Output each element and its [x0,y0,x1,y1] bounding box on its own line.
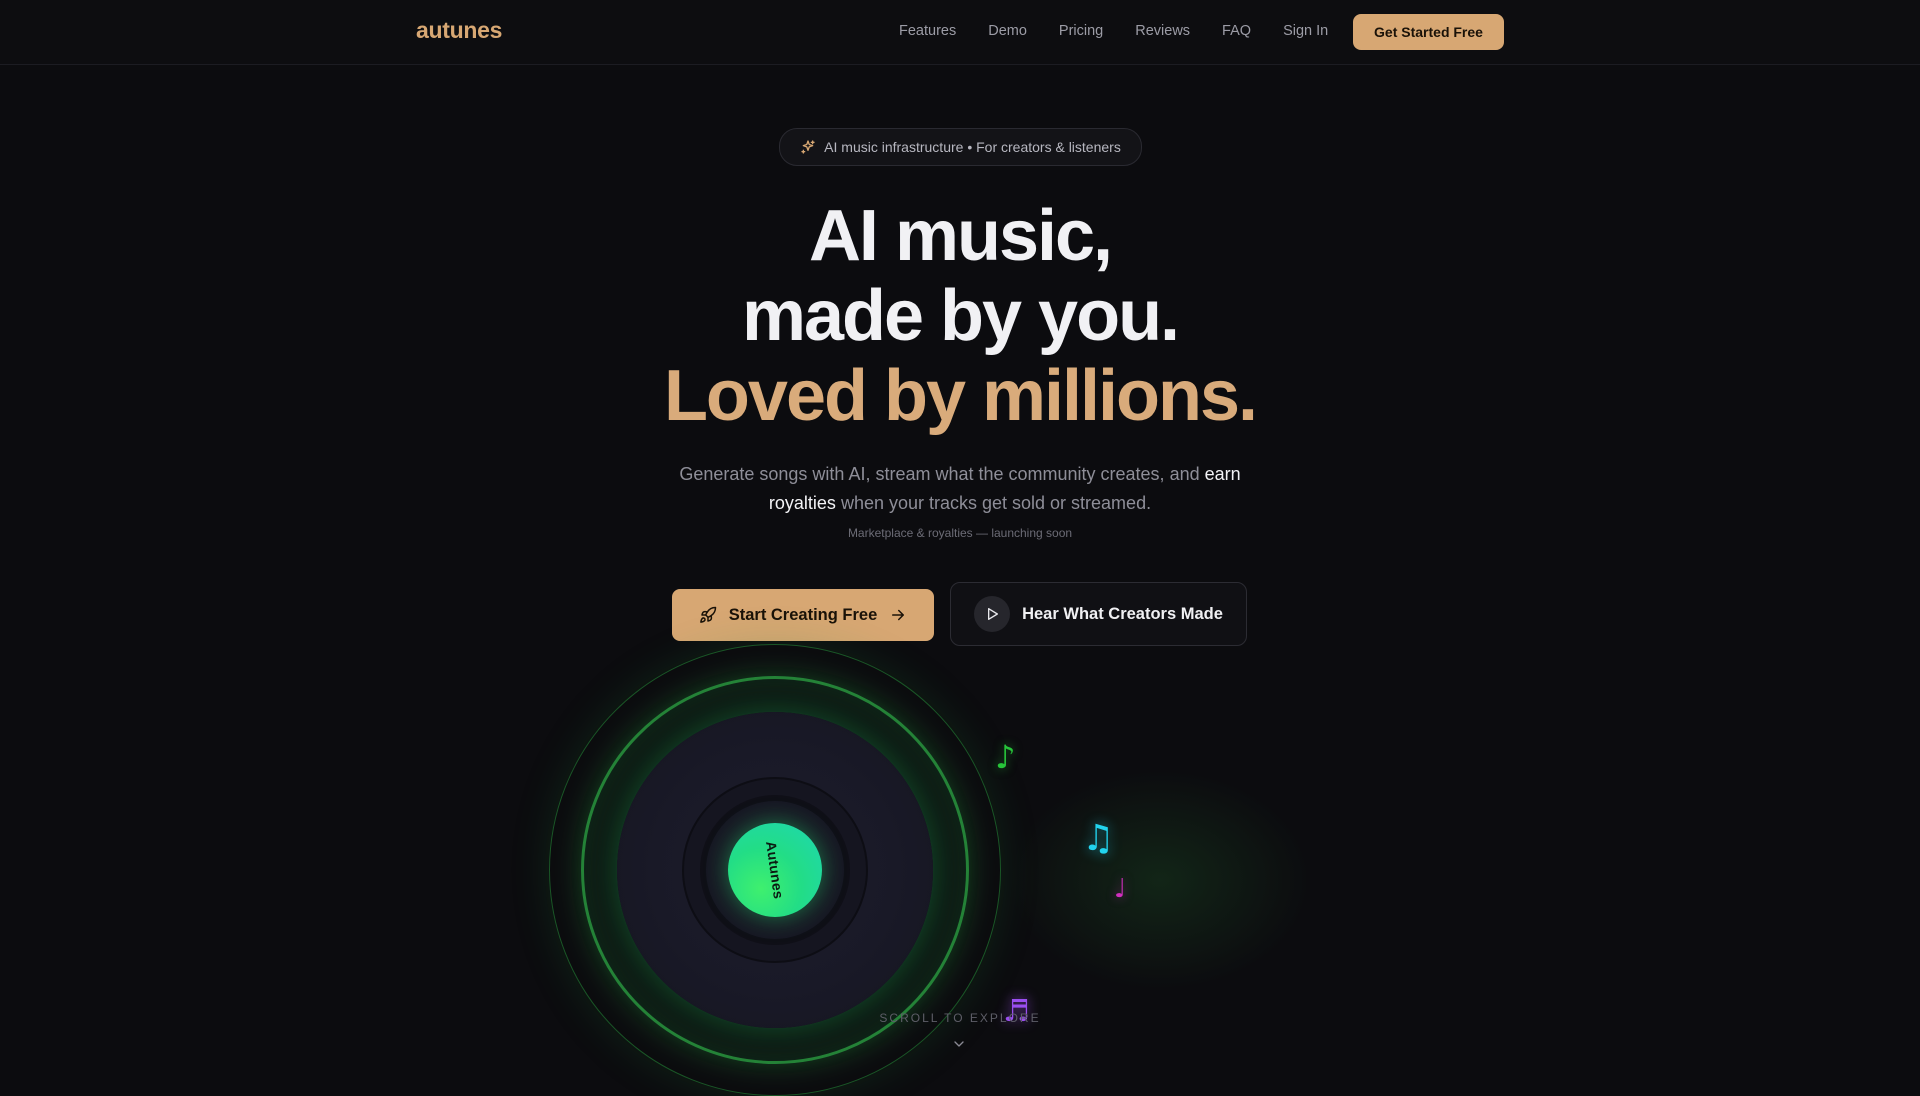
arrow-right-icon [892,609,905,621]
record-label: Autunes [728,823,822,917]
nav-link-faq[interactable]: FAQ [1222,23,1251,39]
subtitle-part-1: Generate songs with AI, stream what the … [679,464,1205,484]
headline-line-2: made by you. [741,276,1180,356]
green-glow [1010,770,1310,990]
nav-link-features[interactable]: Features [899,23,956,39]
hero-badge: AI music infrastructure • For creators &… [779,128,1142,166]
start-creating-button[interactable]: Start Creating Free [672,589,934,641]
nav-link-reviews[interactable]: Reviews [1135,23,1190,39]
quarter-note-icon: ♩ [1114,874,1127,904]
rocket-icon [699,606,716,623]
get-started-button[interactable]: Get Started Free [1353,14,1504,50]
nav-links: Features Demo Pricing Reviews FAQ Sign I… [899,23,1328,39]
music-note-icon: ♪ [995,738,1016,776]
vinyl-inner-groove [700,795,850,945]
nav-link-pricing[interactable]: Pricing [1059,23,1103,39]
record-label-text: Autunes [763,840,787,900]
launch-note: Marketplace & royalties — launching soon [847,526,1073,540]
vinyl-groove [682,777,868,963]
headline-line-1: AI music, [808,196,1113,276]
top-nav: autunes Features Demo Pricing Reviews FA… [0,0,1920,65]
play-button-circle [974,596,1011,632]
sign-in-link[interactable]: Sign In [1283,23,1328,39]
scroll-hint: SCROLL TO EXPLORE [879,1011,1041,1025]
play-icon [988,608,999,620]
hear-creators-button[interactable]: Hear What Creators Made [950,582,1247,646]
outer-ring [549,644,1001,1096]
subtitle-part-2: when your tracks get sold or streamed. [835,493,1152,513]
badge-text: AI music infrastructure • For creators &… [824,139,1121,155]
chevron-down-icon[interactable] [951,1036,967,1052]
glow-ring [581,676,969,1064]
logo[interactable]: autunes [416,17,502,44]
nav-link-demo[interactable]: Demo [988,23,1027,39]
headline-line-3: Loved by millions. [663,356,1258,436]
sparkles-icon [801,140,815,154]
beamed-notes-icon: ♫ [1082,818,1115,859]
hear-creators-label: Hear What Creators Made [1022,604,1223,623]
hero-headline: AI music, made by you. Loved by millions… [0,196,1920,436]
vinyl-disc [617,712,933,1028]
start-creating-label: Start Creating Free [728,605,878,624]
hero-subtitle: Generate songs with AI, stream what the … [660,460,1260,518]
